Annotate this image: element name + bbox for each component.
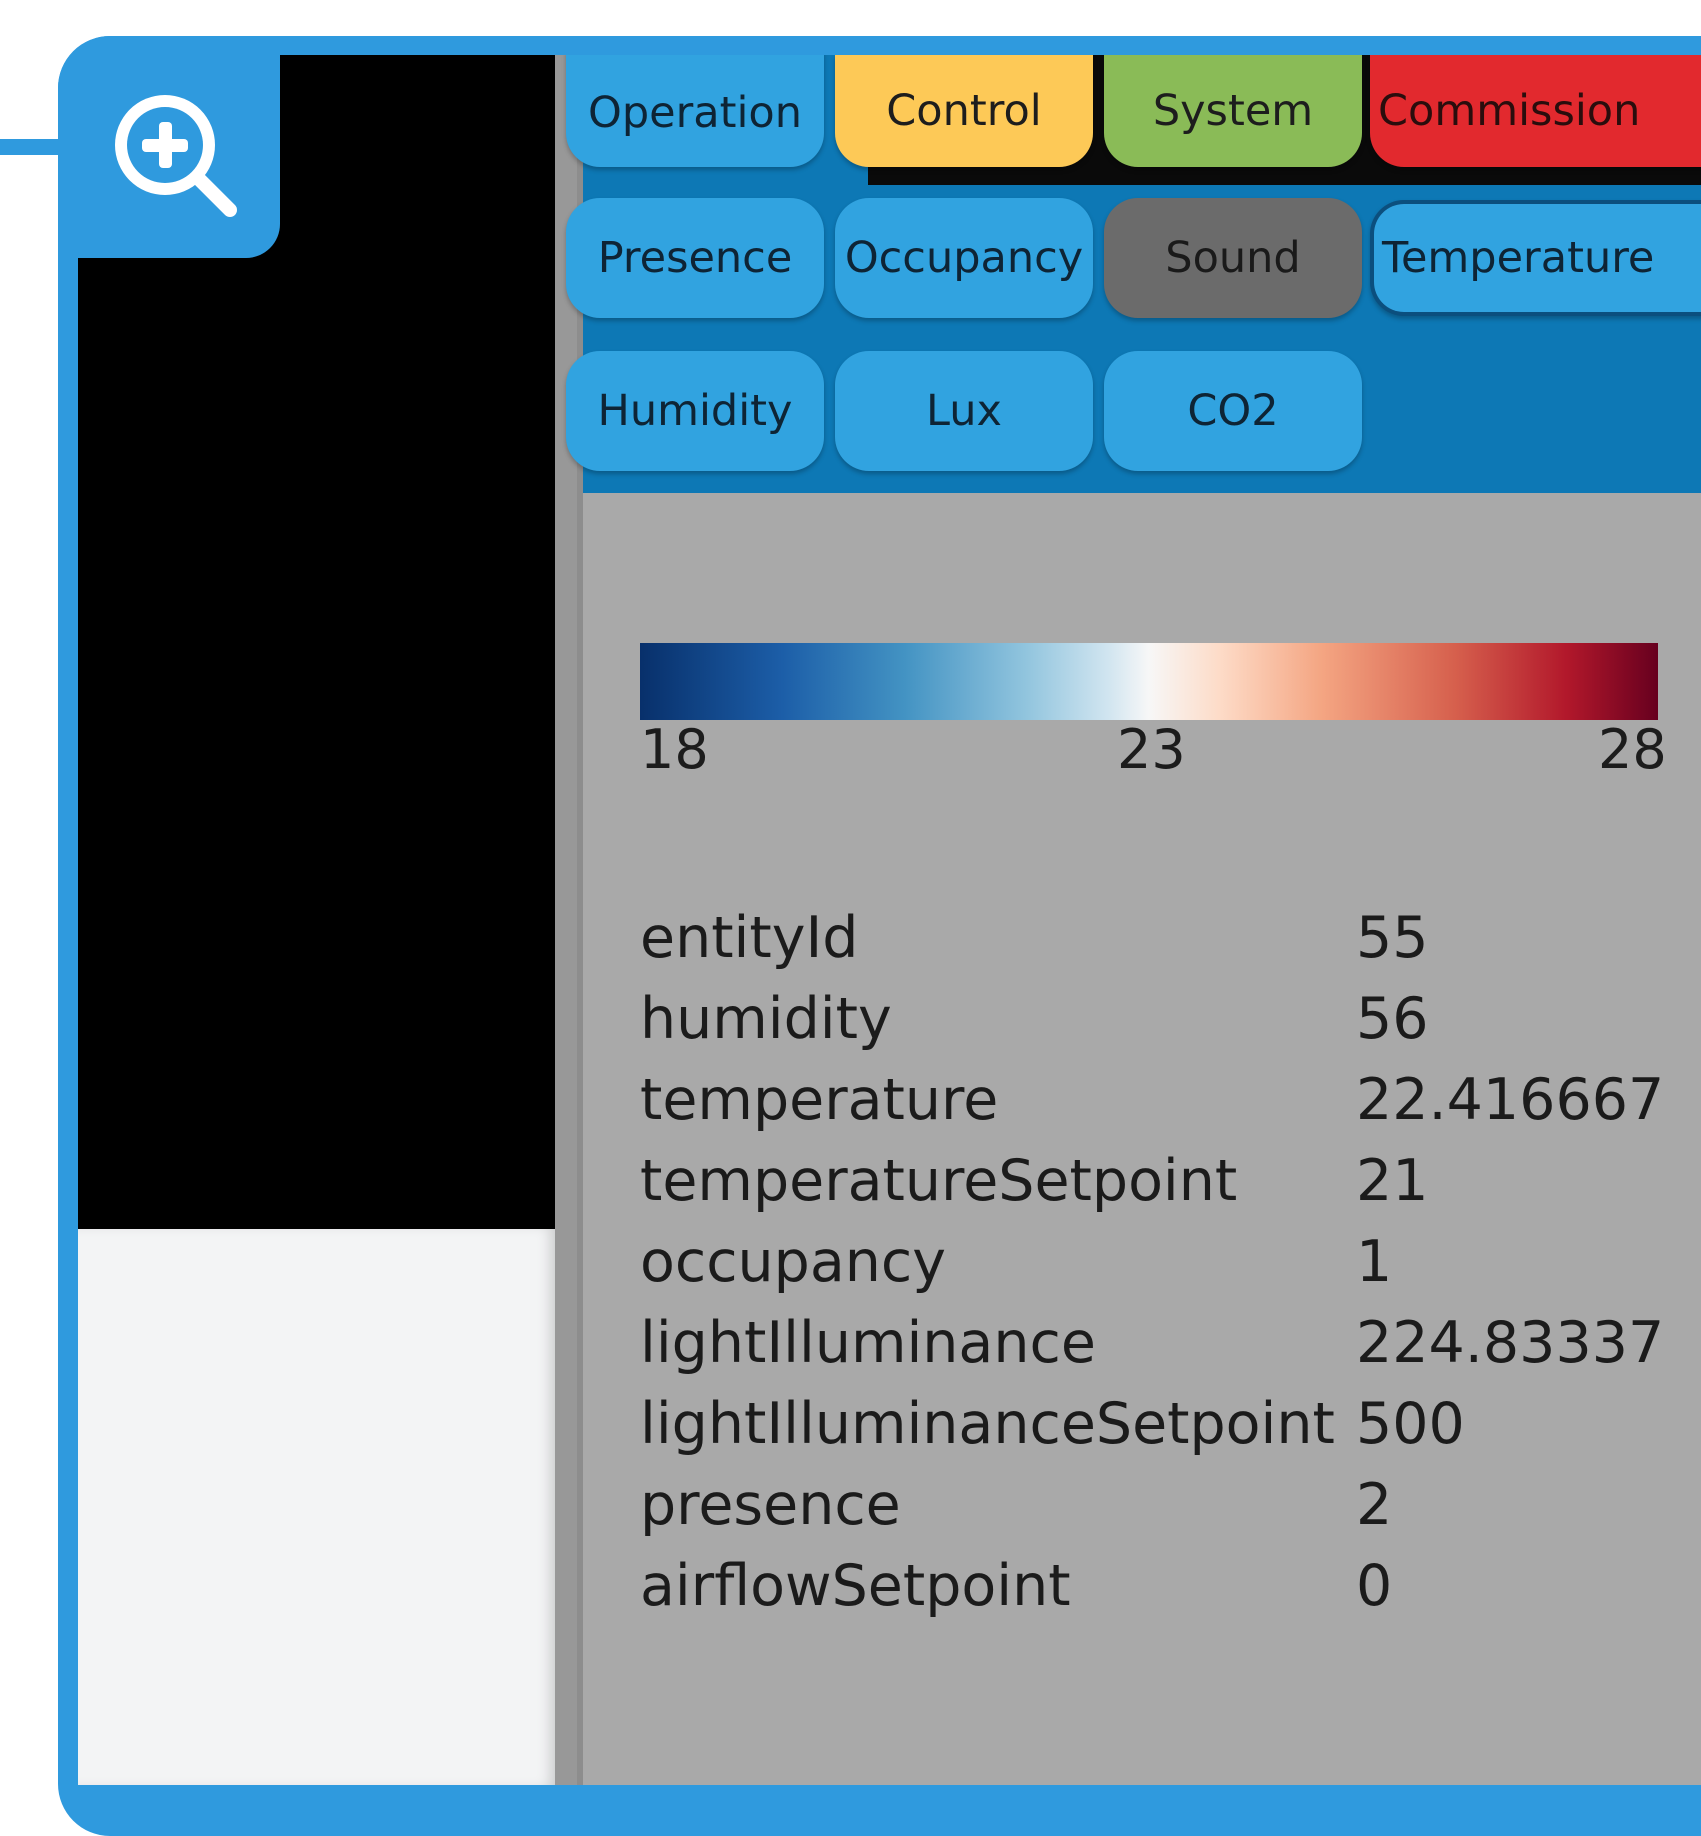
layer-button-presence[interactable]: Presence — [566, 198, 824, 318]
property-key: occupancy — [640, 1229, 946, 1295]
property-value: 224.83337 — [1356, 1310, 1665, 1376]
layer-button-temperature[interactable]: Temperature — [1370, 200, 1701, 316]
property-value: 22.416667 — [1356, 1067, 1665, 1133]
property-value: 56 — [1356, 986, 1429, 1052]
layer-button-lux[interactable]: Lux — [835, 351, 1093, 471]
legend-min-label: 18 — [640, 718, 709, 781]
property-key: presence — [640, 1472, 901, 1538]
property-key: temperature — [640, 1067, 999, 1133]
property-value: 2 — [1356, 1472, 1393, 1538]
property-key: humidity — [640, 986, 892, 1052]
property-value: 1 — [1356, 1229, 1393, 1295]
legend-mid-label: 23 — [1117, 718, 1186, 781]
zoom-in-icon — [108, 88, 238, 222]
property-value: 0 — [1356, 1553, 1393, 1619]
layer-button-sound[interactable]: Sound — [1104, 198, 1362, 318]
tab-commission[interactable]: Commission — [1370, 55, 1701, 167]
property-value: 500 — [1356, 1391, 1465, 1457]
tab-control[interactable]: Control — [835, 55, 1093, 167]
property-value: 55 — [1356, 905, 1429, 971]
property-value: 21 — [1356, 1148, 1429, 1214]
property-key: temperatureSetpoint — [640, 1148, 1238, 1214]
tab-operation[interactable]: Operation — [566, 55, 824, 167]
property-key: entityId — [640, 905, 859, 971]
property-key: lightIlluminanceSetpoint — [640, 1391, 1335, 1457]
layer-button-humidity[interactable]: Humidity — [566, 351, 824, 471]
legend-max-label: 28 — [1598, 718, 1667, 781]
tab-system[interactable]: System — [1104, 55, 1362, 167]
temperature-color-legend — [640, 643, 1658, 720]
property-key: lightIlluminance — [640, 1310, 1096, 1376]
layer-button-occupancy[interactable]: Occupancy — [835, 198, 1093, 318]
property-key: airflowSetpoint — [640, 1553, 1071, 1619]
layer-button-co2[interactable]: CO2 — [1104, 351, 1362, 471]
color-scale-bar — [640, 643, 1658, 720]
